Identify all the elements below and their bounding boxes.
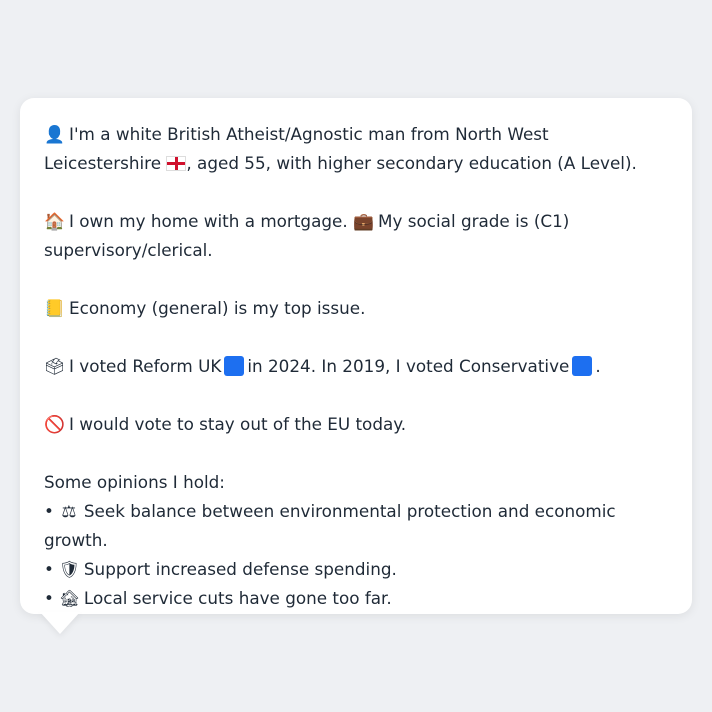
house-icon: 🏠 [44, 211, 65, 231]
vote-text-end: . [595, 356, 601, 376]
home-paragraph: 🏠 I own my home with a mortgage. 💼 My soci… [44, 207, 668, 265]
person-silhouette-icon: 👤 [44, 124, 65, 144]
intro-paragraph: 👤 I'm a white British Atheist/Agnostic ma… [44, 120, 668, 178]
eu-paragraph: 🚫 I would vote to stay out of the EU toda… [44, 410, 668, 439]
opinions-section: Some opinions I hold: • ⚖ Seek balance bet… [44, 468, 668, 613]
ballot-box-icon: 🗳 [44, 356, 66, 376]
balance-scale-icon: ⚖ [61, 501, 77, 521]
bullet: • [44, 559, 54, 579]
profile-card: 👤 I'm a white British Atheist/Agnostic ma… [20, 98, 692, 614]
conservative-square-icon [572, 356, 593, 376]
ledger-icon: 📒 [44, 298, 65, 318]
shield-icon: 🛡 [58, 559, 81, 579]
bullet: • [44, 588, 54, 608]
reform-square-icon [224, 356, 245, 376]
opinions-list: • ⚖ Seek balance between environmental pro… [44, 497, 668, 613]
home-text: I own my home with a mortgage. [69, 211, 348, 231]
opinion-text: Seek balance between environmental prote… [44, 501, 616, 550]
opinion-text: Local service cuts have gone too far. [83, 588, 392, 608]
bullet: • [44, 501, 54, 521]
vote-text-cont: in 2024. In 2019, I voted Conservative [247, 356, 570, 376]
speech-bubble-tail [40, 612, 80, 634]
opinions-heading: Some opinions I hold: [44, 472, 225, 492]
vote-text: I voted Reform UK [69, 356, 222, 376]
issue-text: Economy (general) is my top issue. [69, 298, 366, 318]
intro-text-cont: , aged 55, with higher secondary educati… [186, 153, 637, 173]
vote-paragraph: 🗳 I voted Reform UK in 2024. In 2019, I vo… [44, 352, 668, 381]
eu-text: I would vote to stay out of the EU today… [69, 414, 407, 434]
briefcase-icon: 💼 [353, 211, 374, 231]
opinion-item: • 🏚 Local service cuts have gone too far. [44, 584, 668, 613]
issue-paragraph: 📒 Economy (general) is my top issue. [44, 294, 668, 323]
prohibited-icon: 🚫 [44, 414, 65, 434]
derelict-house-icon: 🏚 [58, 588, 81, 608]
england-flag-icon [166, 156, 187, 171]
opinion-item: • 🛡 Support increased defense spending. [44, 555, 668, 584]
opinion-item: • ⚖ Seek balance between environmental pro… [44, 497, 668, 555]
opinion-text: Support increased defense spending. [83, 559, 397, 579]
